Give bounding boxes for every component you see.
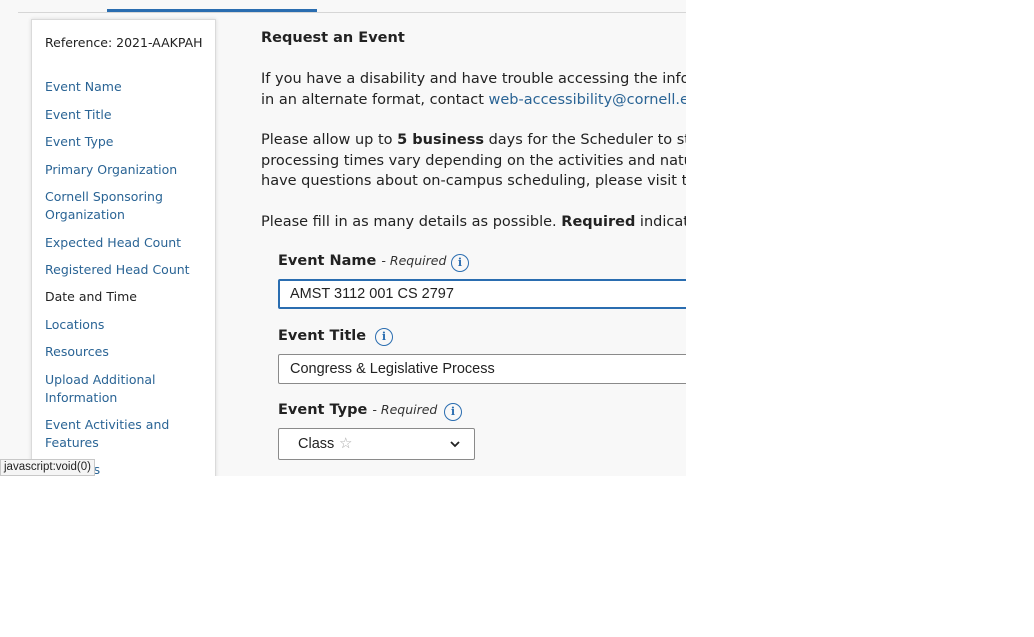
page-title: Request an Event — [261, 30, 405, 46]
event-name-label: Event Name - Required — [278, 253, 447, 269]
info-icon[interactable]: i — [375, 328, 393, 346]
info-icon[interactable]: i — [451, 254, 469, 272]
accessibility-notice: If you have a disability and have troubl… — [261, 69, 686, 110]
sidebar-item-event-title[interactable]: Event Title — [45, 106, 205, 124]
sidebar-item-resources[interactable]: Resources — [45, 343, 205, 361]
sidebar-item-registered-head-count[interactable]: Registered Head Count — [45, 261, 205, 279]
required-indicator: - Required — [381, 253, 447, 268]
star-icon[interactable]: ☆ — [339, 434, 352, 452]
sidebar-item-locations[interactable]: Locations — [45, 316, 205, 334]
event-form-main: Request an Event If you have a disabilit… — [261, 0, 686, 476]
status-bar-url: javascript:void(0) — [0, 459, 95, 476]
instructions-text: Please fill in as many details as possib… — [261, 214, 686, 230]
event-type-selected-value: Class — [298, 436, 335, 452]
sidebar-item-event-name[interactable]: Event Name — [45, 78, 205, 96]
event-type-select[interactable]: Class ☆ — [278, 428, 475, 460]
processing-notice: Please allow up to 5 business days for t… — [261, 132, 686, 189]
info-icon[interactable]: i — [444, 403, 462, 421]
browser-viewport: Reference: 2021-AAKPAH Event Name Event … — [0, 0, 686, 476]
sidebar-item-date-and-time[interactable]: Date and Time — [45, 288, 205, 306]
event-title-label: Event Title — [278, 328, 367, 344]
accessibility-email-link[interactable]: web-accessibility@cornell.edu — [489, 92, 687, 108]
chevron-down-icon — [450, 441, 460, 448]
sidebar-item-event-type[interactable]: Event Type — [45, 133, 205, 151]
event-type-label: Event Type - Required — [278, 402, 438, 418]
event-title-input[interactable] — [278, 354, 686, 384]
reference-number: Reference: 2021-AAKPAH — [45, 35, 203, 50]
sidebar-item-expected-head-count[interactable]: Expected Head Count — [45, 234, 205, 252]
event-name-input[interactable] — [278, 279, 686, 309]
sidebar-item-cornell-sponsoring-organization[interactable]: Cornell Sponsoring Organization — [45, 188, 205, 224]
sidebar-item-event-activities-and-features[interactable]: Event Activities and Features — [45, 416, 205, 452]
required-indicator: - Required — [372, 402, 438, 417]
event-form-sidebar: Reference: 2021-AAKPAH Event Name Event … — [31, 19, 216, 476]
sidebar-item-upload-additional-information[interactable]: Upload Additional Information — [45, 371, 205, 407]
sidebar-item-primary-organization[interactable]: Primary Organization — [45, 161, 205, 179]
